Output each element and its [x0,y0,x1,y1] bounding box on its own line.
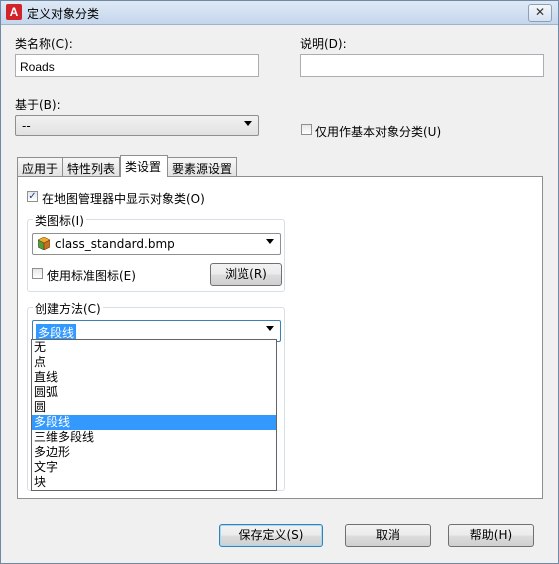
show-in-map-explorer-label: 在地图管理器中显示对象类(O) [42,192,205,206]
cancel-button[interactable]: 取消 [345,524,431,547]
use-standard-icon-label: 使用标准图标(E) [47,269,136,283]
class-name-label: 类名称(C): [15,37,73,51]
define-object-class-dialog: A 定义对象分类 ✕ 类名称(C): Roads 说明(D): 基于(B): -… [0,0,559,564]
dropdown-option-text[interactable]: 文字 [32,460,276,475]
use-standard-icon-checkbox[interactable] [32,268,43,279]
show-in-map-explorer-checkbox[interactable]: ✓ [27,191,38,202]
class-icon-dropdown[interactable]: class_standard.bmp [32,233,281,255]
description-label: 说明(D): [300,37,347,51]
class-icon-value: class_standard.bmp [55,237,175,251]
abstract-class-checkbox[interactable] [301,124,312,135]
class-icon-group-title: 类图标(I) [33,212,86,229]
dropdown-option-arc[interactable]: 圆弧 [32,385,276,400]
tab-property-list[interactable]: 特性列表 [62,157,120,176]
base-on-dropdown[interactable]: -- [15,115,259,136]
save-definition-button[interactable]: 保存定义(S) [219,524,323,547]
dropdown-option-block[interactable]: 块 [32,475,276,490]
dropdown-option-polygon[interactable]: 多边形 [32,445,276,460]
description-input[interactable] [300,54,544,77]
autocad-app-icon: A [6,4,22,20]
abstract-class-label: 仅用作基本对象分类(U) [315,125,442,139]
help-button[interactable]: 帮助(H) [448,524,534,547]
dropdown-option-none[interactable]: 无 [32,340,276,355]
dropdown-option-polyline[interactable]: 多段线 [32,415,276,430]
dropdown-option-3d-polyline[interactable]: 三维多段线 [32,430,276,445]
chevron-down-icon [244,121,252,126]
base-on-label: 基于(B): [15,98,61,112]
dropdown-option-circle[interactable]: 圆 [32,400,276,415]
title-bar[interactable]: A 定义对象分类 ✕ [1,1,558,25]
dropdown-option-line[interactable]: 直线 [32,370,276,385]
cube-icon [38,237,50,250]
class-icon-group: 类图标(I) class_standard.bmp 使用标准图标(E) 浏览(R… [27,212,285,292]
base-on-value: -- [22,119,31,133]
close-button[interactable]: ✕ [528,4,552,22]
creation-method-options-list[interactable]: 无 点 直线 圆弧 圆 多段线 三维多段线 多边形 文字 块 [31,339,277,491]
chevron-down-icon [266,239,274,244]
chevron-down-icon [266,326,274,331]
browse-button[interactable]: 浏览(R) [210,263,282,286]
window-title: 定义对象分类 [27,7,100,21]
creation-method-group-title: 创建方法(C) [33,300,103,317]
tab-feature-source-settings[interactable]: 要素源设置 [167,157,237,176]
tab-apply-to[interactable]: 应用于 [17,157,63,176]
class-name-input[interactable]: Roads [15,54,259,77]
tab-class-settings[interactable]: 类设置 [120,155,168,177]
dropdown-option-point[interactable]: 点 [32,355,276,370]
